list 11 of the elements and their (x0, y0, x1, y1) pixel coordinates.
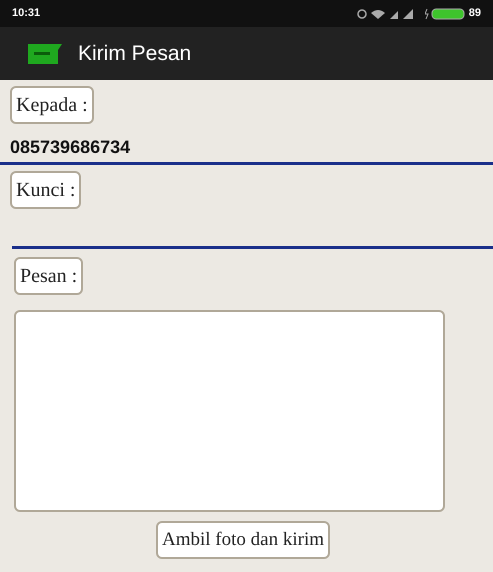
send-button[interactable]: Ambil foto dan kirim (156, 521, 330, 559)
battery-percent: 89 (468, 6, 481, 22)
message-icon (28, 44, 62, 64)
field-label: Pesan : (14, 257, 84, 295)
status-time: 10:31 (12, 6, 40, 22)
field-label: Kunci : (10, 171, 82, 209)
recipient-field[interactable]: 085739686734 (0, 134, 493, 165)
message-field[interactable] (14, 310, 445, 512)
field-label: Kepada : (10, 86, 94, 124)
battery-icon (424, 8, 465, 20)
app-title: Kirim Pesan (78, 40, 192, 67)
